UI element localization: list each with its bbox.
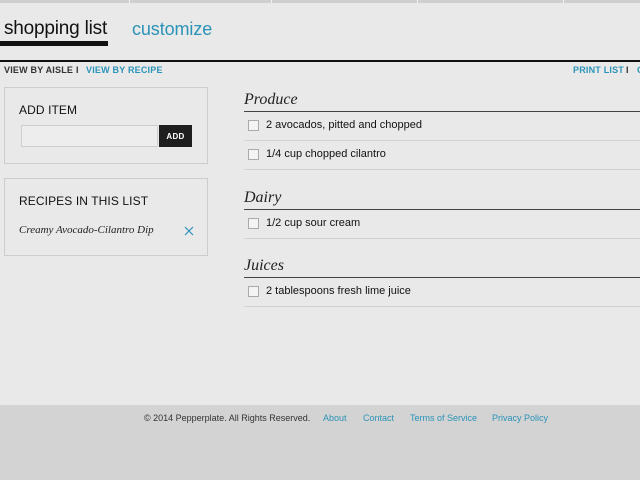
active-tab-indicator xyxy=(0,41,108,46)
top-browser-strip xyxy=(0,0,640,3)
view-separator: I xyxy=(76,65,79,75)
print-separator: I xyxy=(626,65,629,75)
add-item-input[interactable] xyxy=(21,125,158,147)
tab-shopping-list[interactable]: shopping list xyxy=(4,18,107,40)
top-strip-segment xyxy=(0,0,130,3)
item-checkbox[interactable] xyxy=(248,149,259,160)
recipe-link[interactable]: Creamy Avocado-Cilantro Dip xyxy=(19,224,154,236)
item-label: 2 avocados, pitted and chopped xyxy=(266,119,422,131)
item-checkbox[interactable] xyxy=(248,286,259,297)
top-strip-segment xyxy=(418,0,564,3)
footer-link-terms[interactable]: Terms of Service xyxy=(410,413,477,423)
item-label: 1/4 cup chopped cilantro xyxy=(266,148,386,160)
page-footer: © 2014 Pepperplate. All Rights Reserved.… xyxy=(0,405,640,480)
view-options-bar: VIEW BY AISLE I VIEW BY RECIPE PRINT LIS… xyxy=(4,65,640,77)
item-checkbox[interactable] xyxy=(248,120,259,131)
list-item: 2 tablespoons fresh lime juice xyxy=(244,278,640,307)
tab-bar: shopping list customize xyxy=(0,14,640,62)
add-item-title: ADD ITEM xyxy=(19,103,78,117)
view-by-aisle-link[interactable]: VIEW BY AISLE xyxy=(4,65,73,75)
recipes-in-list-panel: RECIPES IN THIS LIST Creamy Avocado-Cila… xyxy=(4,178,208,256)
list-item: 2 avocados, pitted and chopped xyxy=(244,112,640,141)
section-heading-dairy: Dairy xyxy=(244,189,282,206)
footer-link-privacy[interactable]: Privacy Policy xyxy=(492,413,548,423)
list-item: 1/2 cup sour cream xyxy=(244,210,640,239)
item-label: 2 tablespoons fresh lime juice xyxy=(266,285,411,297)
add-item-button[interactable]: ADD xyxy=(159,125,192,147)
top-strip-segment xyxy=(130,0,272,3)
item-label: 1/2 cup sour cream xyxy=(266,217,361,229)
section-heading-produce: Produce xyxy=(244,91,298,108)
footer-link-about[interactable]: About xyxy=(323,413,347,423)
recipes-panel-title: RECIPES IN THIS LIST xyxy=(19,194,149,208)
footer-copyright: © 2014 Pepperplate. All Rights Reserved. xyxy=(144,413,311,423)
section-heading-juices: Juices xyxy=(244,257,284,274)
footer-link-contact[interactable]: Contact xyxy=(363,413,394,423)
list-item: 1/4 cup chopped cilantro xyxy=(244,141,640,170)
print-list-link[interactable]: PRINT LIST xyxy=(573,65,624,75)
add-item-panel: ADD ITEM ADD xyxy=(4,87,208,164)
view-by-recipe-link[interactable]: VIEW BY RECIPE xyxy=(86,65,163,75)
tab-bar-divider xyxy=(0,60,640,62)
tab-customize[interactable]: customize xyxy=(132,19,212,40)
close-icon[interactable] xyxy=(183,225,195,237)
item-checkbox[interactable] xyxy=(248,218,259,229)
top-strip-segment xyxy=(272,0,418,3)
